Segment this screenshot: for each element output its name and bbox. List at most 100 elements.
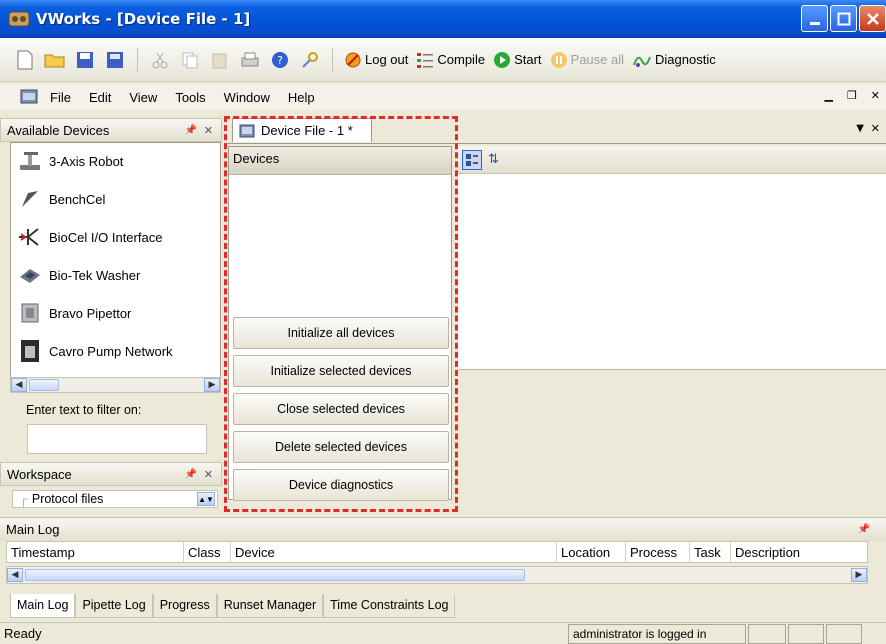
- tab-time-constraints-log[interactable]: Time Constraints Log: [323, 594, 456, 618]
- open-folder-icon[interactable]: [44, 49, 66, 71]
- filter-input[interactable]: [27, 424, 207, 454]
- mdi-close-icon[interactable]: ✕: [871, 89, 880, 102]
- print-icon[interactable]: [239, 49, 261, 71]
- device-label: BenchCel: [49, 191, 106, 207]
- delete-selected-button[interactable]: Delete selected devices: [233, 431, 449, 463]
- device-item[interactable]: BioCel I/O Interface: [17, 221, 162, 253]
- device-item[interactable]: Bio-Tek Washer: [17, 259, 140, 291]
- diagnostics-button[interactable]: Diagnostic: [632, 51, 716, 69]
- properties-grid[interactable]: [458, 174, 886, 370]
- column-divider[interactable]: [556, 542, 557, 562]
- search-key-icon[interactable]: [299, 49, 321, 71]
- tab-label: Device File - 1 *: [261, 123, 353, 138]
- robot-arm-icon: [17, 148, 43, 174]
- device-diagnostics-button[interactable]: Device diagnostics: [233, 469, 449, 501]
- start-button[interactable]: Start: [493, 51, 542, 69]
- status-ready: Ready: [4, 626, 42, 641]
- tab-device-file[interactable]: Device File - 1 *: [232, 118, 372, 142]
- spin-icon[interactable]: ▲▼: [197, 492, 215, 506]
- device-item[interactable]: Bravo Pipettor: [17, 297, 131, 329]
- alphabetical-sort-icon[interactable]: ⇅: [488, 152, 499, 167]
- close-pane-icon[interactable]: ✕: [204, 468, 213, 481]
- log-horizontal-scrollbar[interactable]: ◀ ▶: [6, 566, 868, 584]
- scroll-right-icon[interactable]: ▶: [204, 378, 220, 392]
- column-header[interactable]: Location: [561, 545, 610, 560]
- device-item[interactable]: BenchCel: [17, 183, 105, 215]
- initialize-all-button[interactable]: Initialize all devices: [233, 317, 449, 349]
- devices-header: Devices: [229, 147, 451, 175]
- close-document-icon[interactable]: ✕: [871, 122, 880, 135]
- column-divider[interactable]: [689, 542, 690, 562]
- washer-icon: [17, 262, 43, 288]
- help-icon[interactable]: ?: [269, 49, 291, 71]
- cut-icon[interactable]: [149, 49, 171, 71]
- compile-button[interactable]: Compile: [416, 51, 485, 69]
- pump-icon: [17, 338, 43, 364]
- device-file-icon: [239, 124, 255, 137]
- column-header[interactable]: Device: [235, 545, 275, 560]
- workspace-tree-item[interactable]: ┌ Protocol files ▲▼: [12, 490, 218, 508]
- tab-progress[interactable]: Progress: [152, 594, 217, 618]
- log-tabs: Main Log Pipette Log Progress Runset Man…: [10, 594, 456, 618]
- column-divider[interactable]: [730, 542, 731, 562]
- column-header[interactable]: Process: [630, 545, 677, 560]
- workspace-header: Workspace 📌 ✕: [0, 462, 222, 486]
- tab-runset-manager[interactable]: Runset Manager: [216, 594, 324, 618]
- close-pane-icon[interactable]: ✕: [204, 124, 213, 137]
- minimize-button[interactable]: [801, 5, 828, 32]
- main-log-title: Main Log: [6, 522, 60, 537]
- pin-icon[interactable]: 📌: [858, 524, 870, 535]
- property-description-area: [458, 372, 886, 510]
- menu-window[interactable]: Window: [224, 90, 270, 105]
- protocol-files-label: Protocol files: [31, 492, 104, 506]
- compile-icon: [417, 52, 434, 68]
- toolbar-separator: [332, 47, 333, 72]
- scroll-left-icon[interactable]: ◀: [7, 568, 23, 582]
- column-header[interactable]: Class: [188, 545, 221, 560]
- scroll-thumb[interactable]: [29, 379, 59, 391]
- mdi-minimize-icon[interactable]: ▁: [824, 89, 832, 102]
- tab-list-dropdown-icon[interactable]: ▼: [856, 123, 864, 134]
- copy-icon[interactable]: [179, 49, 201, 71]
- tab-main-log[interactable]: Main Log: [10, 594, 76, 618]
- column-header[interactable]: Task: [694, 545, 721, 560]
- device-item[interactable]: Cavro Pump Network: [17, 335, 173, 367]
- paste-icon[interactable]: [209, 49, 231, 71]
- column-divider[interactable]: [625, 542, 626, 562]
- menu-view[interactable]: View: [129, 90, 157, 105]
- close-window-button[interactable]: [859, 5, 886, 32]
- svg-text:?: ?: [277, 54, 283, 67]
- column-header[interactable]: Description: [735, 545, 800, 560]
- menu-file[interactable]: File: [50, 90, 71, 105]
- pause-icon: [550, 51, 567, 68]
- logout-button[interactable]: Log out: [344, 51, 408, 69]
- pause-all-button[interactable]: Pause all: [550, 51, 624, 69]
- menu-help[interactable]: Help: [288, 90, 315, 105]
- scroll-left-icon[interactable]: ◀: [11, 378, 27, 392]
- document-icon[interactable]: [20, 89, 38, 105]
- maximize-button[interactable]: [830, 5, 857, 32]
- save-all-icon[interactable]: [104, 49, 126, 71]
- pin-icon[interactable]: 📌: [185, 469, 197, 480]
- devices-horizontal-scrollbar[interactable]: ◀ ▶: [10, 377, 221, 393]
- pin-icon[interactable]: 📌: [185, 125, 197, 136]
- filter-label: Enter text to filter on:: [26, 403, 142, 417]
- close-selected-button[interactable]: Close selected devices: [233, 393, 449, 425]
- tab-pipette-log[interactable]: Pipette Log: [75, 594, 153, 618]
- new-file-icon[interactable]: [14, 49, 36, 71]
- device-item[interactable]: 3-Axis Robot: [17, 145, 123, 177]
- initialize-selected-button[interactable]: Initialize selected devices: [233, 355, 449, 387]
- column-header[interactable]: Timestamp: [11, 545, 75, 560]
- menu-tools[interactable]: Tools: [175, 90, 205, 105]
- main-log-header: Main Log 📌: [0, 517, 886, 541]
- scroll-thumb[interactable]: [25, 569, 525, 581]
- scroll-right-icon[interactable]: ▶: [851, 568, 867, 582]
- menu-edit[interactable]: Edit: [89, 90, 111, 105]
- available-devices-title: Available Devices: [7, 122, 110, 138]
- column-divider[interactable]: [183, 542, 184, 562]
- column-divider[interactable]: [230, 542, 231, 562]
- diagnostics-label: Diagnostic: [655, 52, 716, 67]
- mdi-restore-icon[interactable]: ❐: [847, 89, 857, 102]
- categorized-view-icon[interactable]: [462, 149, 482, 170]
- save-icon[interactable]: [74, 49, 96, 71]
